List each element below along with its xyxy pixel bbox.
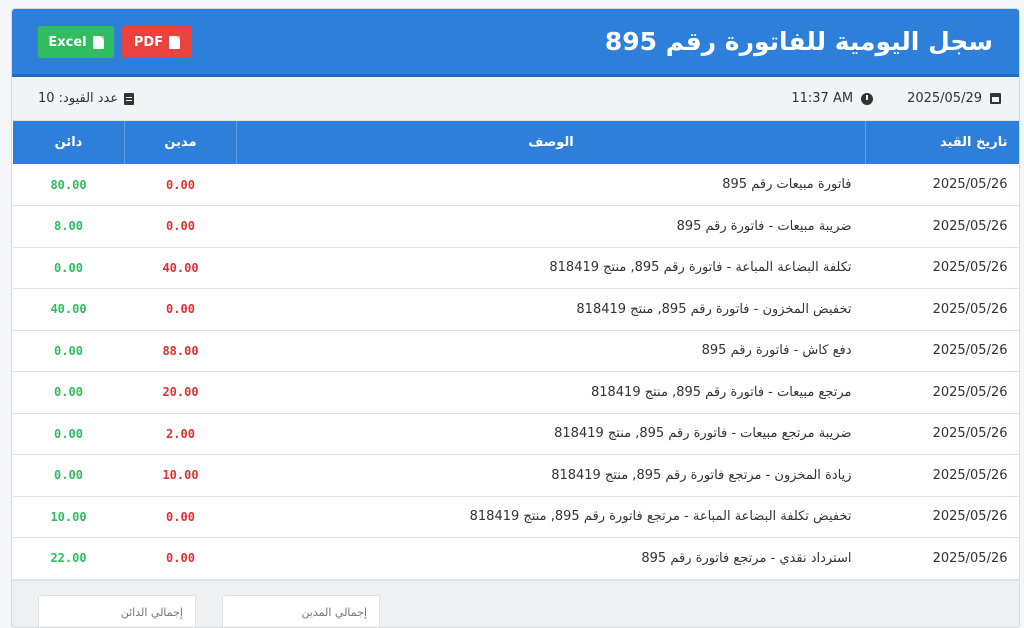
cell-credit: 8.00 [54,219,83,234]
cell-description: ضريبة مبيعات - فاتورة رقم 895 [676,218,852,234]
cell-date: 2025/05/26 [932,426,1008,442]
cell-description: فاتورة مبيعات رقم 895 [722,177,852,192]
document-icon [124,92,135,105]
total-credit-box: إجمالي الدائن [38,595,196,627]
totals-footer: إجمالي المدين إجمالي الدائن [12,580,1019,627]
cell-debit: 40.00 [162,260,199,275]
journal-card: سجل اليومية للفاتورة رقم 895 Excel PDF 1… [11,8,1020,628]
time-value: 11:37 AM [791,91,854,106]
cell-credit: 40.00 [50,302,87,317]
entries-count-info: عدد القيود: 10 [38,91,135,106]
cell-debit: 0.00 [166,219,195,234]
table-row: 2025/05/26 استرداد نقدي - مرتجع فاتورة رق… [12,538,1019,579]
cell-credit: 22.00 [50,551,87,566]
total-debit-box: إجمالي المدين [222,595,380,627]
page-title: سجل اليومية للفاتورة رقم 895 [604,27,993,56]
cell-description: تكلفة البضاعة المباعة - فاتورة رقم 895, … [549,260,852,276]
cell-credit: 0.00 [54,385,83,400]
cell-date: 2025/05/26 [932,343,1008,359]
file-excel-icon [92,35,104,49]
cell-debit: 10.00 [162,468,199,483]
total-credit-label: إجمالي الدائن [120,606,183,619]
header-debit: مدين [124,121,237,164]
clock-icon [861,92,874,105]
cell-debit: 0.00 [166,509,195,524]
date-value: 2025/05/29 [907,91,982,106]
export-pdf-button[interactable]: PDF [122,26,192,58]
cell-debit: 0.00 [166,551,195,566]
export-excel-button[interactable]: Excel [38,26,114,58]
table-row: 2025/05/26 تكلفة البضاعة المباعة - فاتورة… [12,247,1019,289]
table-row: 2025/05/26 دفع كاش - فاتورة رقم 895 88.00 0… [12,330,1019,372]
cell-debit: 0.00 [166,302,195,317]
cell-credit: 0.00 [54,260,83,275]
cell-date: 2025/05/26 [932,550,1008,566]
info-bar: 11:37 AM 2025/05/29 عدد القيود: 10 [12,77,1019,121]
header-date: تاريخ القيد [865,121,1019,164]
cell-date: 2025/05/26 [932,177,1008,192]
cell-description: تخفيض المخزون - فاتورة رقم 895, منتج 818… [576,301,852,317]
cell-credit: 0.00 [54,426,83,441]
page-header: سجل اليومية للفاتورة رقم 895 Excel PDF [12,9,1019,77]
entries-count: عدد القيود: 10 [38,91,119,106]
cell-description: استرداد نقدي - مرتجع فاتورة رقم 895 [641,550,852,566]
cell-date: 2025/05/26 [932,384,1008,400]
date-time-info: 11:37 AM 2025/05/29 [791,91,1001,106]
table-header-row: تاريخ القيد الوصف مدين دائن [12,121,1019,164]
header-credit: دائن [12,121,125,164]
cell-debit: 0.00 [166,177,195,192]
file-pdf-icon [169,35,181,49]
cell-debit: 88.00 [162,343,199,358]
cell-date: 2025/05/26 [932,467,1008,483]
cell-description: ضريبة مرتجع مبيعات - فاتورة رقم 895, منت… [554,426,852,442]
cell-credit: 10.00 [50,509,87,524]
pdf-button-label: PDF [133,34,164,50]
cell-debit: 2.00 [166,426,195,441]
calendar-icon [990,93,1001,104]
cell-debit: 20.00 [162,385,199,400]
table-row: 2025/05/26 تخفيض المخزون - فاتورة رقم 895… [12,289,1019,330]
cell-credit: 80.00 [50,177,87,192]
header-description: الوصف [236,121,866,164]
cell-description: زيادة المخزون - مرتجع فاتورة رقم 895, من… [551,467,852,483]
cell-date: 2025/05/26 [932,509,1008,525]
table-row: 2025/05/26 مرتجع مبيعات - فاتورة رقم 895,… [12,372,1019,413]
table-row: 2025/05/26 فاتورة مبيعات رقم 895 0.00 80.00 [12,164,1019,206]
journal-table: تاريخ القيد الوصف مدين دائن 2025/05/26 فا… [12,121,1019,580]
table-row: 2025/05/26 ضريبة مبيعات - فاتورة رقم 895 0… [12,206,1019,247]
cell-date: 2025/05/26 [932,301,1008,317]
table-row: 2025/05/26 ضريبة مرتجع مبيعات - فاتورة رق… [12,413,1019,455]
total-debit-label: إجمالي المدين [301,606,367,619]
cell-credit: 0.00 [54,468,83,483]
cell-date: 2025/05/26 [932,260,1008,276]
table-row: 2025/05/26 تخفيض تكلفة البضاعة المباعة - … [12,496,1019,538]
cell-date: 2025/05/26 [932,218,1008,234]
cell-description: دفع كاش - فاتورة رقم 895 [701,343,852,359]
cell-description: مرتجع مبيعات - فاتورة رقم 895, منتج 8184… [590,384,852,400]
excel-button-label: Excel [48,34,87,50]
cell-description: تخفيض تكلفة البضاعة المباعة - مرتجع فاتو… [469,509,852,525]
table-row: 2025/05/26 زيادة المخزون - مرتجع فاتورة ر… [12,455,1019,496]
cell-credit: 0.00 [54,343,83,358]
